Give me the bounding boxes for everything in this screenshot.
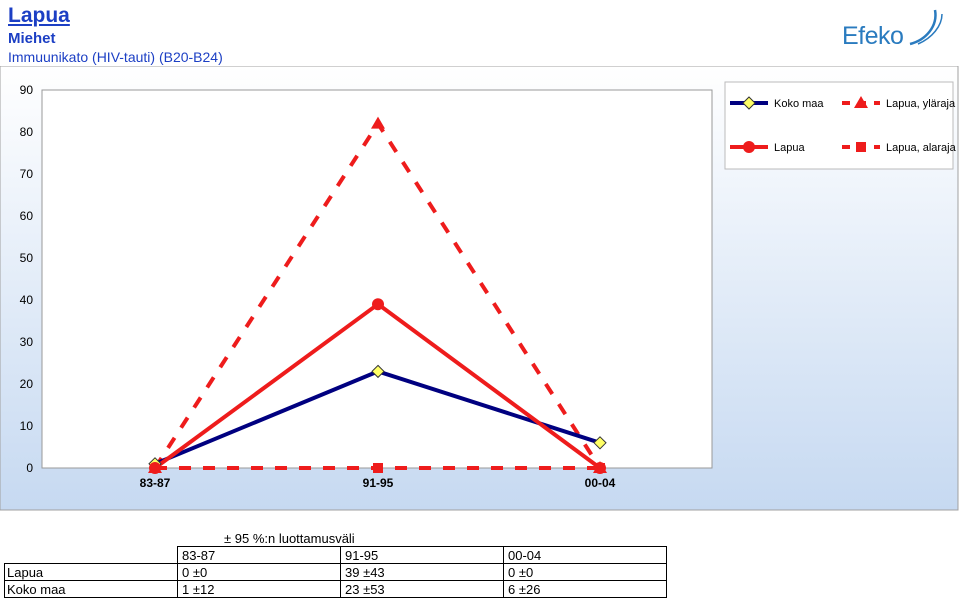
y-tick-label: 30 [20,335,34,349]
table-caption: ± 95 %:n luottamusväli [224,531,355,546]
legend-label: Koko maa [774,98,824,110]
data-point [149,462,161,474]
y-tick-label: 0 [26,461,33,475]
data-table: 83-87 91-95 00-04 Lapua 0 ±0 39 ±43 0 ±0… [4,546,667,598]
legend-marker [856,142,866,152]
y-tick-label: 90 [20,83,34,97]
legend: Koko maa Lapua, yläraja Lapua Lapua, alaraj… [724,81,957,170]
table-row: Koko maa 1 ±12 23 ±53 6 ±26 [4,580,667,598]
table-cell: 6 ±26 [503,580,667,598]
legend-label: Lapua, alaraja [886,142,957,154]
legend-marker [743,141,755,153]
x-tick-label: 00-04 [585,476,616,490]
y-tick-label: 60 [20,209,34,223]
page-subtitle: Miehet [8,30,56,47]
x-tick-label: 83-87 [140,476,171,490]
y-tick-label: 50 [20,251,34,265]
column-header: 91-95 [340,546,504,564]
data-point [372,298,384,311]
chart: 0 10 20 30 40 50 60 70 80 90 83-87 91-95 00-04 Koko… [0,66,959,511]
plot-area [41,89,713,469]
column-header: 83-87 [177,546,341,564]
table-cell: 0 ±0 [177,563,341,581]
legend-label: Lapua [774,142,805,154]
table-cell: 1 ±12 [177,580,341,598]
x-tick-label: 91-95 [363,476,394,490]
data-point [594,462,606,474]
page-description: Immuunikato (HIV-tauti) (B20-B24) [8,49,223,65]
table-row: Lapua 0 ±0 39 ±43 0 ±0 [4,563,667,581]
legend-label: Lapua, yläraja [886,98,956,110]
table-header-row: 83-87 91-95 00-04 [5,546,667,564]
table-cell: 39 ±43 [340,563,504,581]
logo-text: Efeko [842,22,904,50]
page-title: Lapua [8,4,70,27]
y-tick-label: 20 [20,377,34,391]
row-label: Koko maa [4,580,178,598]
y-tick-label: 80 [20,125,34,139]
table-cell: 0 ±0 [503,563,667,581]
column-header: 00-04 [503,546,667,564]
y-tick-label: 70 [20,167,34,181]
y-tick-label: 40 [20,293,34,307]
row-label: Lapua [4,563,178,581]
data-point [373,463,383,473]
y-tick-label: 10 [20,419,34,433]
table-cell: 23 ±53 [340,580,504,598]
